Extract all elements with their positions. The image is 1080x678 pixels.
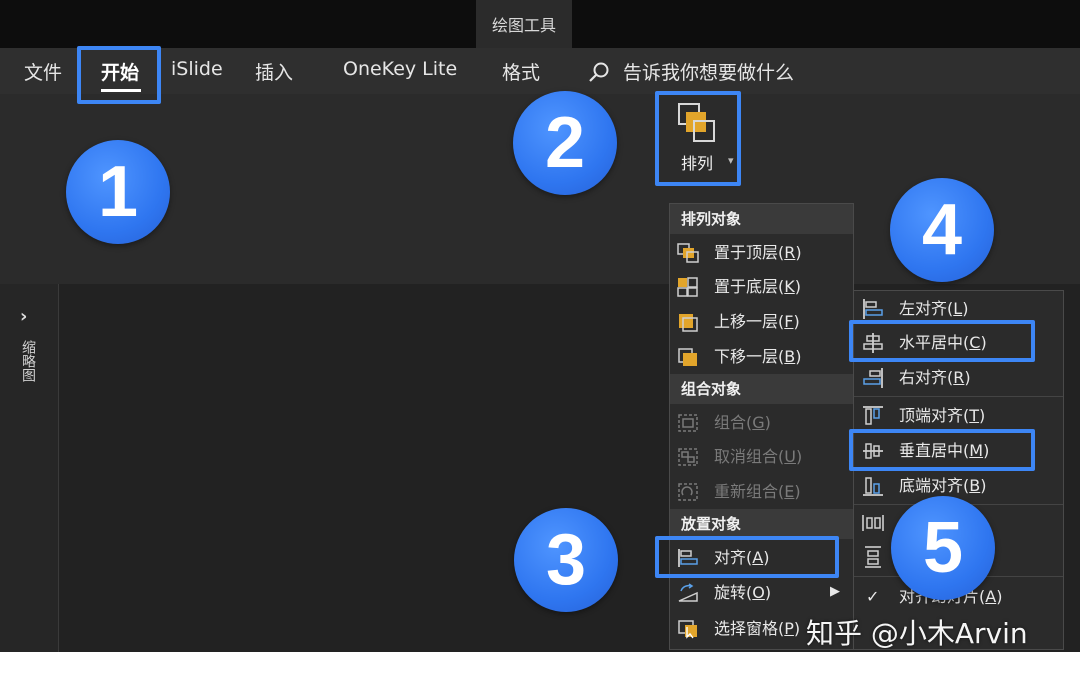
submenu-item-align-right[interactable]: 右对齐(R)	[854, 361, 1063, 395]
bottom-margin	[0, 652, 1080, 678]
check-icon: ✓	[866, 587, 880, 606]
tab-file[interactable]: 文件	[24, 58, 62, 85]
tab-islide[interactable]: iSlide	[171, 58, 223, 80]
step-badge-5: 5	[891, 496, 995, 600]
menu-section-group-objects: 组合对象	[670, 374, 853, 404]
menu-divider	[854, 396, 1063, 397]
highlight-home-tab	[77, 46, 161, 104]
tab-onekey-lite[interactable]: OneKey Lite	[343, 58, 457, 80]
highlight-arrange-button	[655, 91, 741, 186]
regroup-icon	[678, 483, 698, 501]
highlight-align-item	[655, 536, 839, 578]
menu-item-bring-to-front[interactable]: 置于顶层(R)	[670, 236, 853, 270]
menu-item-bring-forward[interactable]: 上移一层(F)	[670, 305, 853, 339]
send-to-back-icon	[677, 277, 698, 297]
menu-section-position-objects: 放置对象	[670, 509, 853, 539]
bring-forward-icon	[679, 314, 698, 332]
distribute-horizontal-icon	[862, 515, 884, 531]
submenu-item-align-top[interactable]: 顶端对齐(T)	[854, 399, 1063, 433]
menu-item-group[interactable]: 组合(G)	[670, 406, 853, 440]
submenu-arrow-icon: ▶	[830, 584, 840, 599]
menu-item-send-backward[interactable]: 下移一层(B)	[670, 340, 853, 374]
align-right-icon	[863, 368, 883, 388]
tab-insert[interactable]: 插入	[255, 58, 293, 85]
tab-format[interactable]: 格式	[502, 58, 540, 85]
thumbnail-panel-label: 缩略图	[20, 340, 36, 382]
step-badge-1: 1	[66, 140, 170, 244]
rotate-icon	[678, 583, 698, 602]
highlight-align-center-item	[849, 320, 1035, 362]
distribute-vertical-icon	[865, 546, 881, 568]
drawing-tools-context-tab[interactable]: 绘图工具	[476, 0, 572, 48]
align-top-icon	[863, 406, 883, 425]
align-bottom-icon	[863, 477, 883, 496]
watermark-text: 知乎 @小木Arvin	[806, 617, 1028, 650]
ungroup-icon	[678, 448, 698, 466]
search-icon[interactable]	[588, 61, 610, 83]
chevron-right-icon[interactable]: ›	[20, 306, 27, 327]
align-left-icon	[863, 299, 883, 319]
tell-me-search[interactable]: 告诉我你想要做什么	[623, 58, 794, 85]
menu-item-rotate[interactable]: 旋转(O)	[670, 576, 853, 610]
menu-item-send-to-back[interactable]: 置于底层(K)	[670, 270, 853, 304]
selection-pane-icon	[678, 620, 697, 639]
highlight-align-middle-item	[849, 429, 1035, 471]
menu-item-regroup[interactable]: 重新组合(E)	[670, 475, 853, 509]
step-badge-2: 2	[513, 91, 617, 195]
group-icon	[678, 414, 698, 432]
send-backward-icon	[678, 348, 697, 366]
step-badge-3: 3	[514, 508, 618, 612]
step-badge-4: 4	[890, 178, 994, 282]
bring-to-front-icon	[677, 243, 699, 263]
menu-item-ungroup[interactable]: 取消组合(U)	[670, 440, 853, 474]
menu-section-arrange-objects: 排列对象	[670, 204, 853, 234]
